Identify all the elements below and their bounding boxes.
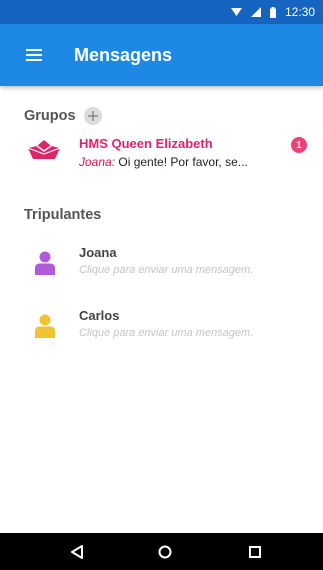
member-hint: Clique para enviar uma mensagem. bbox=[79, 327, 254, 339]
page-title: Mensagens bbox=[74, 44, 173, 65]
plus-icon bbox=[87, 111, 98, 121]
battery-icon bbox=[269, 6, 276, 18]
back-icon[interactable] bbox=[67, 542, 87, 562]
messages-list: Grupos HMS Queen Elizabeth Joana: Oi gen… bbox=[0, 86, 323, 533]
groups-header: Grupos bbox=[24, 107, 102, 125]
member-hint: Clique para enviar uma mensagem. bbox=[79, 264, 254, 276]
unread-badge: 1 bbox=[291, 137, 307, 153]
person-avatar-icon bbox=[35, 251, 55, 280]
recents-icon[interactable] bbox=[245, 542, 265, 562]
group-last-message: Joana: Oi gente! Por favor, se... bbox=[79, 155, 248, 169]
paper-boat-icon bbox=[27, 140, 61, 165]
member-item-carlos[interactable]: Carlos Clique para enviar uma mensagem. bbox=[0, 307, 323, 351]
home-icon[interactable] bbox=[155, 542, 175, 562]
crew-title: Tripulantes bbox=[24, 207, 102, 223]
group-item-hms-queen-elizabeth[interactable]: HMS Queen Elizabeth Joana: Oi gente! Por… bbox=[0, 132, 323, 176]
add-group-button[interactable] bbox=[83, 107, 102, 125]
status-time: 12:30 bbox=[284, 5, 315, 19]
member-item-joana[interactable]: Joana Clique para enviar uma mensagem. bbox=[0, 244, 323, 288]
wifi-icon bbox=[230, 7, 242, 17]
app-bar: Mensagens bbox=[0, 24, 323, 86]
person-avatar-icon bbox=[35, 314, 55, 343]
group-last-sender: Joana: bbox=[79, 155, 116, 169]
navigation-bar bbox=[0, 533, 323, 570]
group-last-text: Oi gente! Por favor, se... bbox=[115, 155, 248, 169]
group-name: HMS Queen Elizabeth bbox=[79, 136, 213, 151]
signal-icon bbox=[250, 7, 261, 17]
status-bar: 12:30 bbox=[0, 0, 323, 24]
member-name: Carlos bbox=[79, 308, 120, 323]
hamburger-menu-icon[interactable] bbox=[22, 43, 46, 67]
groups-title: Grupos bbox=[24, 108, 76, 124]
crew-header: Tripulantes bbox=[24, 207, 101, 223]
member-name: Joana bbox=[79, 245, 117, 260]
